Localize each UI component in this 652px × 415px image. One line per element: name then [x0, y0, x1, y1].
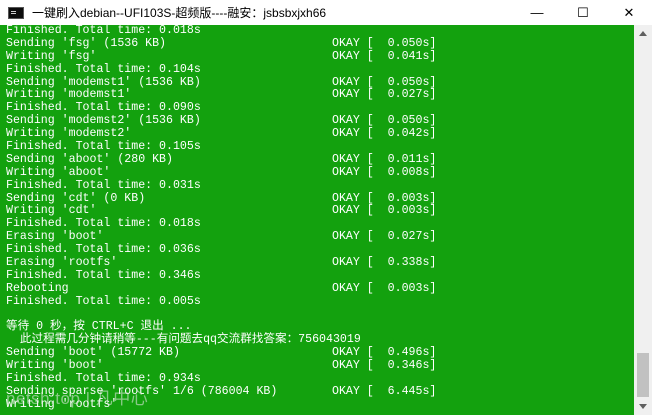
scrollbar-thumb[interactable] — [637, 353, 649, 397]
console-line-text: Writing 'aboot' — [6, 165, 111, 179]
console-line-text: Finished. Total time: 0.031s — [6, 178, 201, 192]
console-line-text: Finished. Total time: 0.018s — [6, 25, 201, 37]
console-line-text: Finished. Total time: 0.104s — [6, 62, 201, 76]
console-line-status: OKAY [ 0.050s] — [332, 36, 437, 50]
console-line-text: Finished. Total time: 0.018s — [6, 217, 201, 231]
console-line-text: Finished. Total time: 0.346s — [6, 268, 201, 282]
scroll-up-arrow-icon[interactable] — [639, 31, 647, 36]
console-line-status: OKAY [ 6.445s] — [332, 384, 437, 398]
title-bar[interactable]: 一键刷入debian--UFI103S-超频版----融安：jsbsbxjxh6… — [0, 0, 652, 25]
console-line-text: Sending 'cdt' (0 KB) — [6, 191, 146, 205]
console-line-text: Finished. Total time: 0.036s — [6, 243, 201, 257]
console-line-text: Sending 'modemst1' (1536 KB) — [6, 75, 201, 89]
console-line-text: Writing 'modemst2' — [6, 127, 132, 141]
vertical-scrollbar[interactable] — [634, 25, 652, 415]
console-line-text: Finished. Total time: 0.005s — [6, 294, 201, 308]
console-line-text: Writing 'fsg' — [6, 49, 97, 63]
console-line-text: Finished. Total time: 0.105s — [6, 140, 201, 154]
console-line: Finished. Total time: 0.346s — [0, 268, 634, 283]
close-button[interactable]: ✕ — [606, 0, 652, 25]
console-line-text: Writing 'cdt' — [6, 204, 97, 218]
console-app-icon[interactable] — [8, 6, 24, 19]
window-title: 一键刷入debian--UFI103S-超频版----融安：jsbsbxjxh6… — [32, 6, 327, 20]
console-line-text: Writing 'modemst1' — [6, 88, 132, 102]
console-line-status: OKAY [ 0.027s] — [332, 230, 437, 244]
console-line-text: Sending 'aboot' (280 KB) — [6, 152, 173, 166]
console-line-text: 等待 0 秒，按 CTRL+C 退出 ... — [6, 320, 192, 334]
console-line-text: Rebooting — [6, 281, 69, 295]
console-line-status: OKAY [ 0.346s] — [332, 359, 437, 373]
console-output[interactable]: Finished. Total time: 0.018s Sending 'fsg… — [0, 25, 634, 415]
scroll-down-arrow-icon[interactable] — [639, 404, 647, 409]
console-line-status: OKAY [ 0.027s] — [332, 88, 437, 102]
console-line-status: OKAY [ 0.003s] — [332, 281, 437, 295]
console-line-text: Writing 'boot' — [6, 359, 104, 373]
console-line-text: Erasing 'boot' — [6, 230, 104, 244]
console-line-text: 此过程需几分钟请稍等---有问题去qq交流群找答案：756043019 — [6, 333, 361, 347]
console-line-status: OKAY [ 0.011s] — [332, 152, 437, 166]
console-line-text: Erasing 'rootfs' — [6, 256, 118, 270]
console-line: Finished. Total time: 0.005s — [0, 294, 634, 309]
watermark: netsh.top | 凡中心 — [6, 389, 149, 408]
console-line-text: Sending 'fsg' (1536 KB) — [6, 36, 167, 50]
console-line-text: Sending 'boot' (15772 KB) — [6, 346, 180, 360]
console-line-status: OKAY [ 0.003s] — [332, 204, 437, 218]
maximize-button[interactable]: ☐ — [560, 0, 606, 25]
console-line-status: OKAY [ 0.041s] — [332, 49, 437, 63]
console-line-status: OKAY [ 0.042s] — [332, 127, 437, 141]
console-window: 一键刷入debian--UFI103S-超频版----融安：jsbsbxjxh6… — [0, 0, 652, 415]
console-line-text: Finished. Total time: 0.090s — [6, 101, 201, 115]
console-line-status: OKAY [ 0.338s] — [332, 256, 437, 270]
window-controls: — ☐ ✕ — [514, 0, 652, 25]
console-line-text: Sending 'modemst2' (1536 KB) — [6, 114, 201, 128]
minimize-button[interactable]: — — [514, 0, 560, 25]
console-line-status: OKAY [ 0.008s] — [332, 165, 437, 179]
